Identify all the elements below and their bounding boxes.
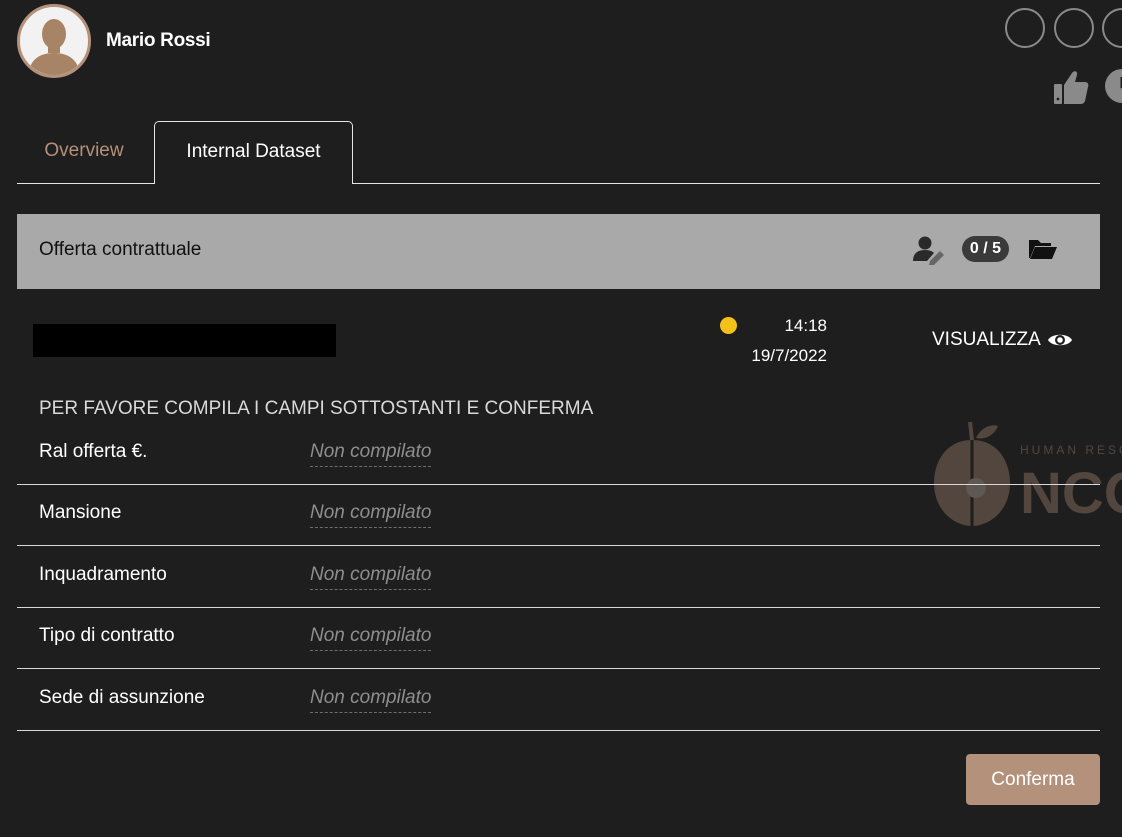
- field-value-editable[interactable]: Non compilato: [310, 502, 432, 528]
- clock-icon[interactable]: [1105, 69, 1122, 103]
- field-row-tipo-contratto: Tipo di contratto Non compilato: [17, 608, 1100, 669]
- field-label: Mansione: [39, 502, 122, 523]
- field-row-mansione: Mansione Non compilato: [17, 485, 1100, 546]
- avatar-icon: [28, 19, 80, 75]
- field-row-ral: Ral offerta €. Non compilato: [17, 424, 1100, 485]
- form-instructions: PER FAVORE COMPILA I CAMPI SOTTOSTANTI E…: [39, 398, 594, 419]
- confirm-button[interactable]: Conferma: [966, 754, 1100, 805]
- entry-time: 14:18: [784, 316, 827, 335]
- field-value-editable[interactable]: Non compilato: [310, 564, 432, 590]
- top-action-circle-1[interactable]: [1005, 8, 1045, 48]
- field-label: Inquadramento: [39, 564, 167, 585]
- view-button[interactable]: VISUALIZZA: [932, 329, 1073, 351]
- field-value-editable[interactable]: Non compilato: [310, 441, 432, 467]
- field-row-inquadramento: Inquadramento Non compilato: [17, 547, 1100, 608]
- thumbs-up-icon[interactable]: [1052, 68, 1090, 106]
- folder-open-icon[interactable]: [1028, 238, 1058, 260]
- field-row-sede: Sede di assunzione Non compilato: [17, 670, 1100, 731]
- progress-count-badge: 0 / 5: [962, 236, 1009, 262]
- view-label: VISUALIZZA: [932, 329, 1041, 350]
- top-action-circle-2[interactable]: [1054, 8, 1094, 48]
- section-header: Offerta contrattuale 0 / 5: [17, 214, 1100, 289]
- field-label: Tipo di contratto: [39, 625, 175, 646]
- avatar: [17, 4, 91, 78]
- field-label: Sede di assunzione: [39, 687, 205, 708]
- field-value-editable[interactable]: Non compilato: [310, 687, 432, 713]
- row-divider: [17, 668, 1100, 669]
- user-name: Mario Rossi: [106, 30, 211, 51]
- field-value-editable[interactable]: Non compilato: [310, 625, 432, 651]
- redacted-text: [33, 324, 336, 357]
- entry-date: 19/7/2022: [751, 346, 827, 365]
- row-divider: [17, 730, 1100, 731]
- user-edit-icon[interactable]: [913, 235, 947, 265]
- tab-internal-dataset[interactable]: Internal Dataset: [154, 121, 353, 184]
- top-action-circle-3[interactable]: [1102, 8, 1122, 48]
- section-title: Offerta contrattuale: [39, 239, 202, 260]
- tab-overview[interactable]: Overview: [17, 121, 151, 183]
- field-label: Ral offerta €.: [39, 441, 148, 462]
- eye-icon: [1047, 334, 1072, 346]
- row-divider: [17, 545, 1100, 546]
